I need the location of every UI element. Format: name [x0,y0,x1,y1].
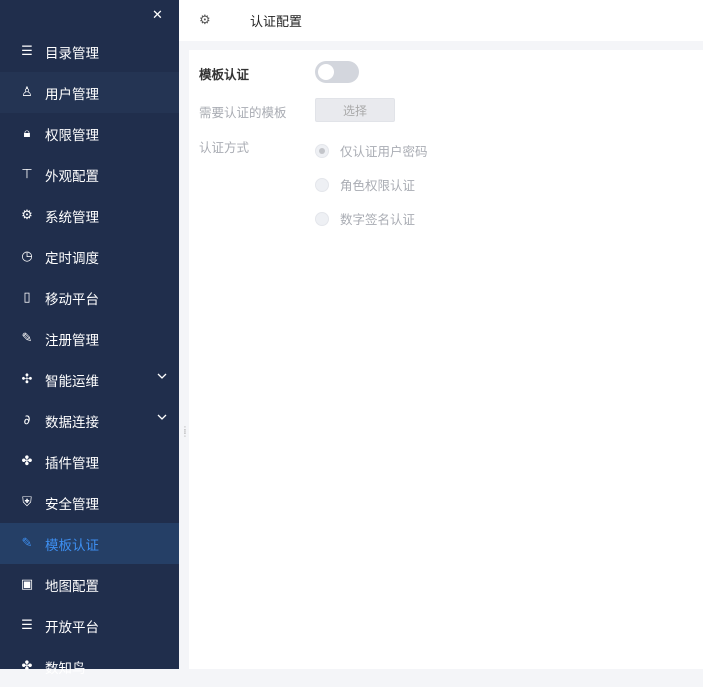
sidebar-item[interactable]: ✤ 插件管理 [0,441,179,482]
timer-icon: ◷ [21,249,33,264]
paperclip-icon: ∂ [23,413,31,428]
radio-dot[interactable] [315,143,329,158]
sidebar-item[interactable]: ♙ 用户管理 [0,72,179,113]
sidebar-item-label: 地图配置 [45,578,99,595]
network-icon: ✣ [21,372,33,387]
pin-icon[interactable]: ✕ [152,8,168,24]
sidebar-item-label: 定时调度 [45,250,99,267]
template-auth-toggle[interactable] [315,61,359,83]
paint-roller-icon: ⊤ [21,167,33,182]
sidebar-item-label: 开放平台 [45,619,99,636]
radio-label: 仅认证用户密码 [340,144,428,159]
gear-icon: ⚙ [21,208,33,223]
sidebar-item-label: 用户管理 [45,86,99,103]
sidebar-item-label: 数知鸟 [45,660,86,677]
sidebar-item-label: 权限管理 [45,127,99,144]
sidebar-item[interactable]: ▣ 地图配置 [0,564,179,605]
sidebar-item[interactable]: ☰ 开放平台 [0,605,179,646]
puzzle-icon: ✤ [21,659,33,674]
sidebar-item[interactable]: ▯ 移动平台 [0,277,179,318]
radio-dot[interactable] [315,177,329,192]
chevron-down-icon[interactable] [157,371,167,381]
lock-icon: 🔒︎ [23,126,31,141]
sidebar-item-label: 系统管理 [45,209,99,226]
map-icon: ▣ [20,577,34,592]
radio-dot[interactable] [315,211,329,226]
sidebar-item-label: 安全管理 [45,496,99,513]
chevron-down-icon[interactable] [157,412,167,422]
sidebar-item[interactable]: ⚙ 系统管理 [0,195,179,236]
mobile-icon: ▯ [23,290,31,305]
sidebar: ✕ ☰ 目录管理 ♙ 用户管理 🔒︎ 权限管理 ⊤ 外观配置 ⚙ 系统管理 ◷ 定时调度 ▯ 移动平台 ✎ 注… [0,0,179,677]
method-label: 认证方式 [199,140,250,155]
radio-role[interactable]: 角色权限认证 [315,175,415,194]
page-header: ⚙ 认证配置 [179,0,703,41]
sidebar-item-label: 插件管理 [45,455,99,472]
list-icon: ☰ [21,44,33,59]
auth-config-panel: 模板认证 需要认证的模板 选择 认证方式 仅认证用户密码 角色权限认证 数字签名… [189,50,703,669]
radio-signature[interactable]: 数字签名认证 [315,209,415,228]
sidebar-item-label: 数据连接 [45,414,99,431]
sidebar-item[interactable]: ∂ 数据连接 [0,400,179,441]
radio-label: 角色权限认证 [340,178,416,193]
sidebar-nav: ☰ 目录管理 ♙ 用户管理 🔒︎ 权限管理 ⊤ 外观配置 ⚙ 系统管理 ◷ 定时调度 ▯ 移动平台 ✎ 注册管… [0,31,179,687]
user-icon: ♙ [21,85,33,100]
sidebar-item[interactable]: ☰ 目录管理 [0,31,179,72]
radio-label: 数字签名认证 [340,212,416,227]
template-auth-label: 模板认证 [199,67,250,82]
sidebar-item-label: 移动平台 [45,291,99,308]
shield-icon: ⛨ [22,495,32,510]
resize-handle[interactable]: ⋮ ⋮ [181,426,189,440]
list-icon: ☰ [21,618,33,633]
templates-label: 需要认证的模板 [199,105,287,120]
sidebar-item[interactable]: 🔒︎ 权限管理 [0,113,179,154]
template-auth-icon: ✎ [21,536,33,551]
sidebar-item[interactable]: ⛨ 安全管理 [0,482,179,523]
sidebar-item[interactable]: ✣ 智能运维 [0,359,179,400]
radio-password[interactable]: 仅认证用户密码 [315,141,428,160]
sidebar-item[interactable]: ⊤ 外观配置 [0,154,179,195]
sidebar-item-label: 外观配置 [45,168,99,185]
register-icon: ✎ [21,331,33,346]
sidebar-item-label: 模板认证 [45,537,99,554]
sidebar-item[interactable]: ✤ 数知鸟 [0,646,179,687]
puzzle-icon: ✤ [21,454,33,469]
select-button[interactable]: 选择 [315,98,395,122]
sidebar-item-label: 注册管理 [45,332,99,349]
sidebar-item-label: 智能运维 [45,373,99,390]
sidebar-item[interactable]: ✎ 模板认证 [0,523,179,564]
gear-icon: ⚙ [199,13,211,28]
sidebar-item-label: 目录管理 [45,45,99,62]
sidebar-item[interactable]: ✎ 注册管理 [0,318,179,359]
sidebar-item[interactable]: ◷ 定时调度 [0,236,179,277]
page-title: 认证配置 [250,15,303,30]
